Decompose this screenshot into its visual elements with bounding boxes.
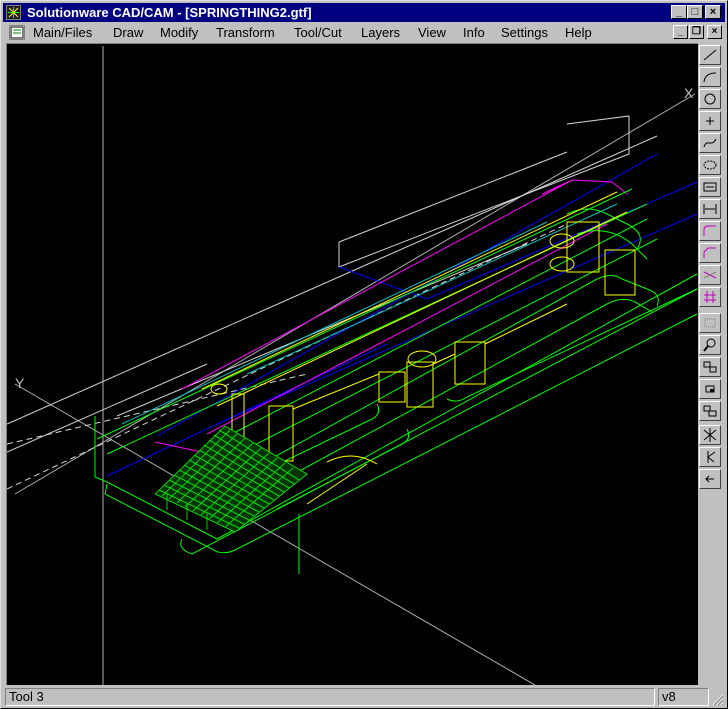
zoom-window-icon[interactable] — [699, 357, 721, 377]
menu-tool-cut[interactable]: Tool/Cut — [294, 24, 342, 41]
zoom-all-icon[interactable] — [699, 401, 721, 421]
maximize-button[interactable]: □ — [687, 5, 703, 19]
green-part — [94, 188, 698, 574]
trim-tool-icon[interactable] — [699, 265, 721, 285]
menu-info[interactable]: Info — [463, 24, 485, 41]
draw-toolbox — [699, 45, 723, 489]
pointer-tool-icon[interactable] — [699, 447, 721, 467]
mdi-minimize-button[interactable]: _ — [673, 25, 688, 39]
menu-bar: Main/Files Draw Modify Transform Tool/Cu… — [3, 23, 725, 42]
hatched-pad — [154, 425, 308, 533]
blue-outline — [106, 153, 698, 477]
title-bar[interactable]: Solutionware CAD/CAM - [SPRINGTHING2.gtf… — [3, 3, 725, 22]
circle-tool-icon[interactable] — [699, 89, 721, 109]
status-bar: Tool 3 v8 — [3, 687, 725, 707]
y-axis-label: Y — [15, 375, 25, 391]
fillet-tool-icon[interactable] — [699, 221, 721, 241]
hatch-tool-icon[interactable] — [699, 287, 721, 307]
menu-main-files[interactable]: Main/Files — [33, 24, 92, 41]
document-icon[interactable] — [9, 25, 25, 40]
menu-help[interactable]: Help — [565, 24, 592, 41]
close-button[interactable]: × — [705, 5, 721, 19]
menu-view[interactable]: View — [418, 24, 446, 41]
chamfer-tool-icon[interactable] — [699, 243, 721, 263]
arc-tool-icon[interactable] — [699, 67, 721, 87]
zoom-icon[interactable] — [699, 335, 721, 355]
text-tool-icon[interactable] — [699, 177, 721, 197]
axis-lines — [14, 46, 696, 685]
menu-draw[interactable]: Draw — [113, 24, 143, 41]
axis-tool-icon[interactable] — [699, 425, 721, 445]
status-version: v8 — [658, 688, 709, 706]
menu-modify[interactable]: Modify — [160, 24, 198, 41]
menu-settings[interactable]: Settings — [501, 24, 548, 41]
spline-tool-icon[interactable] — [699, 133, 721, 153]
zoom-previous-icon[interactable] — [699, 379, 721, 399]
ellipse-tool-icon[interactable] — [699, 155, 721, 175]
status-message: Tool 3 — [5, 688, 655, 706]
cyan-outline — [121, 203, 618, 425]
dimension-tool-icon[interactable] — [699, 199, 721, 219]
line-tool-icon[interactable] — [699, 45, 721, 65]
x-axis-label: X — [684, 85, 694, 101]
application-window: Solutionware CAD/CAM - [SPRINGTHING2.gtf… — [0, 0, 728, 709]
minimize-button[interactable]: _ — [671, 5, 687, 19]
app-icon[interactable] — [6, 5, 21, 20]
window-title: Solutionware CAD/CAM - [SPRINGTHING2.gtf… — [27, 5, 312, 20]
construction-lines — [7, 115, 658, 490]
menu-transform[interactable]: Transform — [216, 24, 275, 41]
snap-grid-icon[interactable] — [699, 313, 721, 333]
drawing-canvas[interactable]: X Y — [6, 43, 698, 685]
mdi-restore-button[interactable]: ❐ — [689, 25, 704, 39]
cad-drawing[interactable] — [7, 44, 698, 685]
mdi-close-button[interactable]: × — [707, 25, 722, 39]
point-tool-icon[interactable] — [699, 111, 721, 131]
menu-layers[interactable]: Layers — [361, 24, 400, 41]
redraw-icon[interactable] — [699, 469, 721, 489]
resize-grip-icon[interactable] — [712, 694, 724, 706]
